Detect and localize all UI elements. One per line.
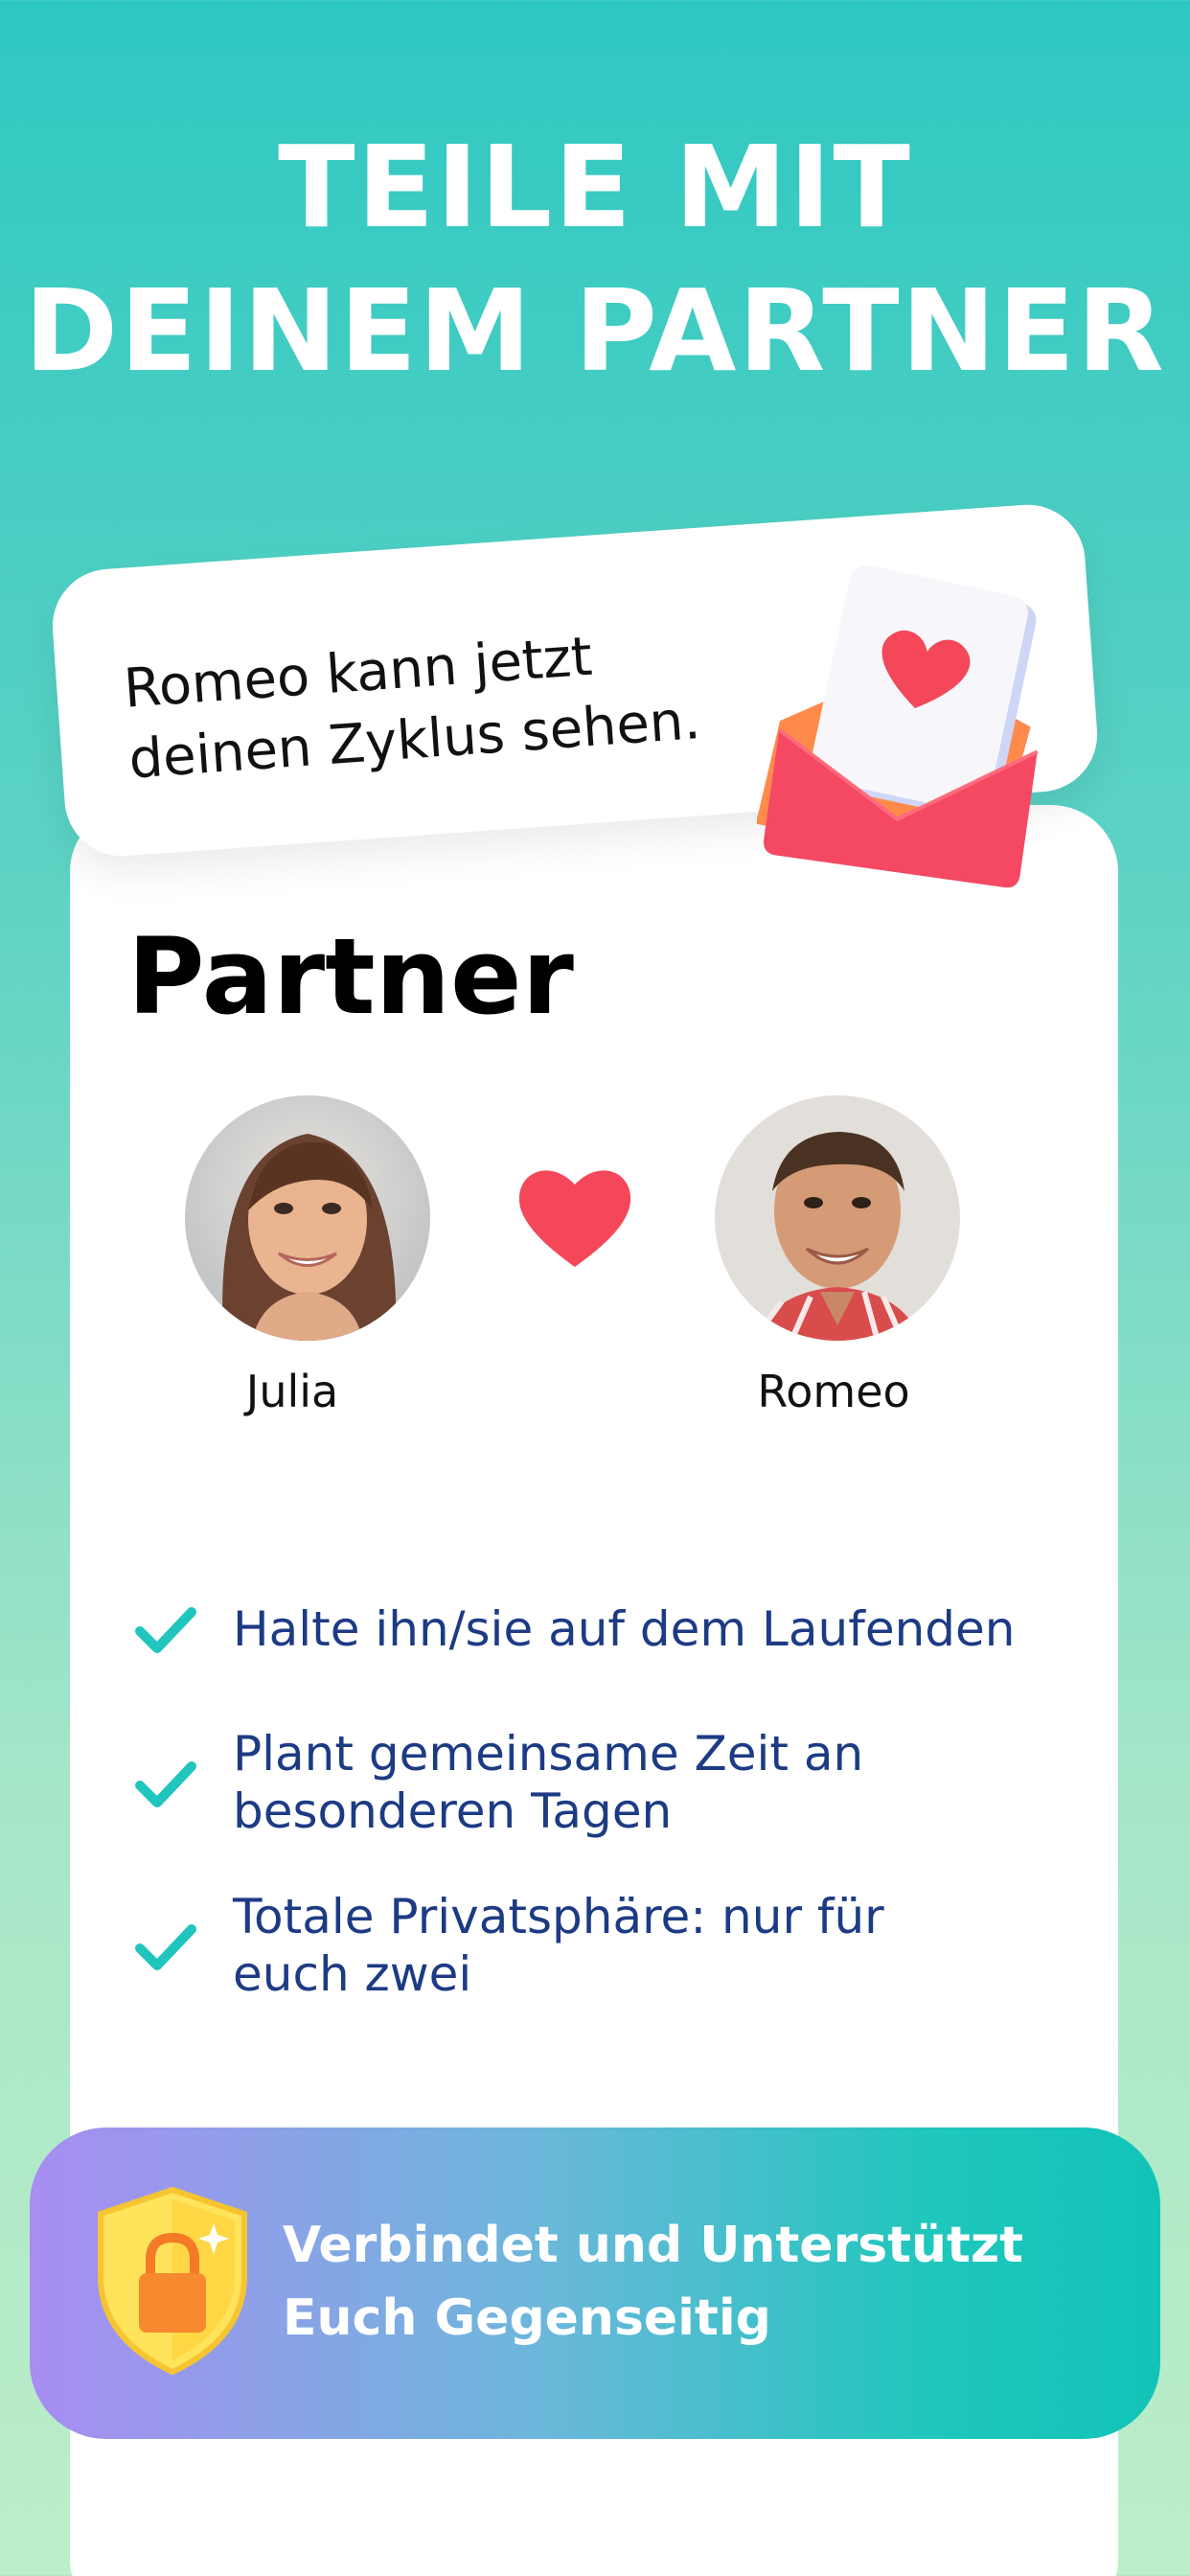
avatar-romeo[interactable]: [715, 1095, 960, 1341]
partner-name-romeo: Romeo: [757, 1366, 910, 1417]
heart-icon: [518, 1170, 631, 1267]
check-icon: [135, 1607, 196, 1653]
banner-text: Verbindet und Unterstützt Euch Gegenseit…: [283, 2209, 1107, 2355]
headline-line-2: DEINEM PARTNER: [24, 264, 1166, 397]
partner-name-julia: Julia: [245, 1366, 339, 1417]
headline: TEILE MIT DEINEM PARTNER: [0, 115, 1190, 402]
avatar-julia[interactable]: [185, 1095, 430, 1341]
headline-line-1: TEILE MIT: [278, 121, 912, 253]
banner-line-1: Verbindet und Unterstützt: [283, 2217, 1024, 2274]
envelope-heart-icon: [757, 565, 1039, 888]
card-title: Partner: [127, 915, 574, 1038]
shield-lock-icon: [98, 2186, 247, 2376]
feature-text: Halte ihn/sie auf dem Laufenden: [233, 1601, 1016, 1657]
feature-text: Totale Privatsphäre: nur für euch zwei: [233, 1889, 884, 2002]
check-icon: [135, 1761, 196, 1807]
notification-text: Romeo kann jetzt deinen Zyklus sehen.: [122, 607, 820, 796]
feature-text: Plant gemeinsame Zeit an besonderen Tage…: [233, 1726, 864, 1839]
banner-line-2: Euch Gegenseitig: [283, 2289, 771, 2347]
check-icon: [135, 1924, 196, 1970]
